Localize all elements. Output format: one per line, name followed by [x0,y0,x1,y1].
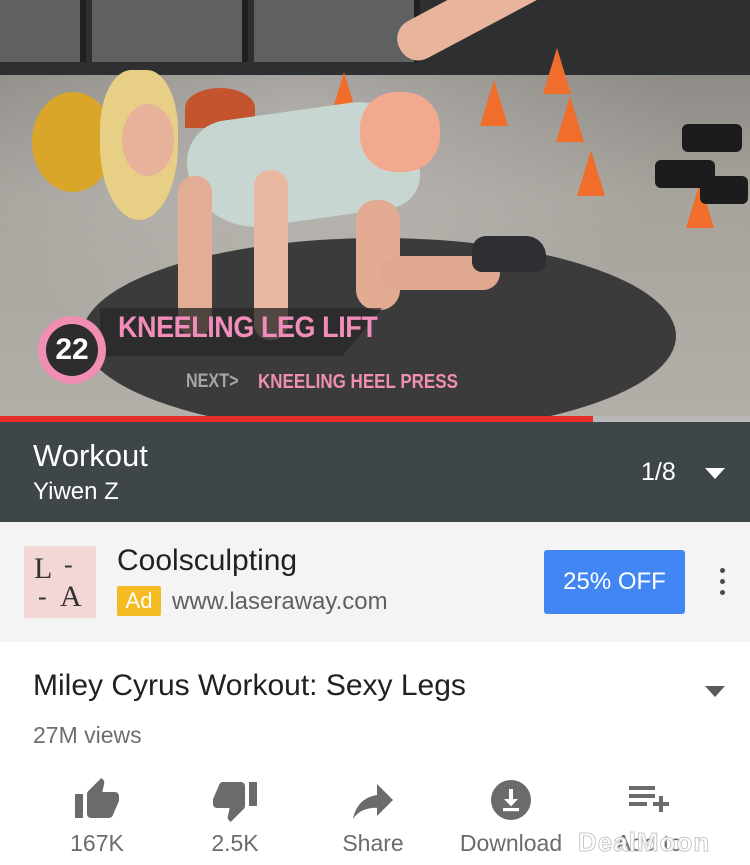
exercise-name: KNEELING LEG LIFT [118,311,378,344]
thumbs-up-icon [75,778,119,818]
share-button[interactable]: Share [303,770,443,865]
video-background-wall [0,0,750,75]
playlist-position: 1/8 [641,458,676,486]
thumbs-down-icon [213,782,257,822]
share-icon [353,784,393,819]
playlist-title: Workout [33,438,148,473]
exercise-number-badge: 22 [38,316,106,384]
like-button[interactable]: 167K [27,770,167,865]
next-exercise: KNEELING HEEL PRESS [258,371,458,393]
dislike-button[interactable]: 2.5K [165,770,305,865]
ad-badge: Ad [117,586,161,616]
share-label: Share [342,830,404,856]
view-count: 27M views [33,722,142,748]
playlist-bar[interactable]: Workout Yiwen Z 1/8 [0,422,750,522]
ad-url[interactable]: www.laseraway.com [172,588,388,616]
like-count: 167K [70,830,124,856]
add-to-playlist-icon [629,786,669,812]
watermark: DealMoon [577,827,711,858]
dislike-count: 2.5K [211,830,259,856]
video-player[interactable]: 22 KNEELING LEG LIFT NEXT> KNEELING HEEL… [0,0,750,418]
exercise-number: 22 [46,324,98,376]
download-label: Download [459,830,563,856]
more-vert-icon[interactable] [712,562,732,602]
download-button[interactable]: Download [441,770,581,865]
next-label: NEXT> [186,371,239,392]
advertiser-logo: L - - A [24,546,96,618]
chevron-down-icon[interactable] [705,468,725,479]
download-icon [491,780,531,820]
ad-title[interactable]: Coolsculpting [117,544,297,578]
playlist-owner: Yiwen Z [33,478,119,505]
ad-banner[interactable]: L - - A Coolsculpting Ad www.laseraway.c… [0,522,750,642]
video-title: Miley Cyrus Workout: Sexy Legs [33,669,466,702]
ad-cta-button[interactable]: 25% OFF [544,550,685,614]
chevron-down-icon[interactable] [705,686,725,697]
